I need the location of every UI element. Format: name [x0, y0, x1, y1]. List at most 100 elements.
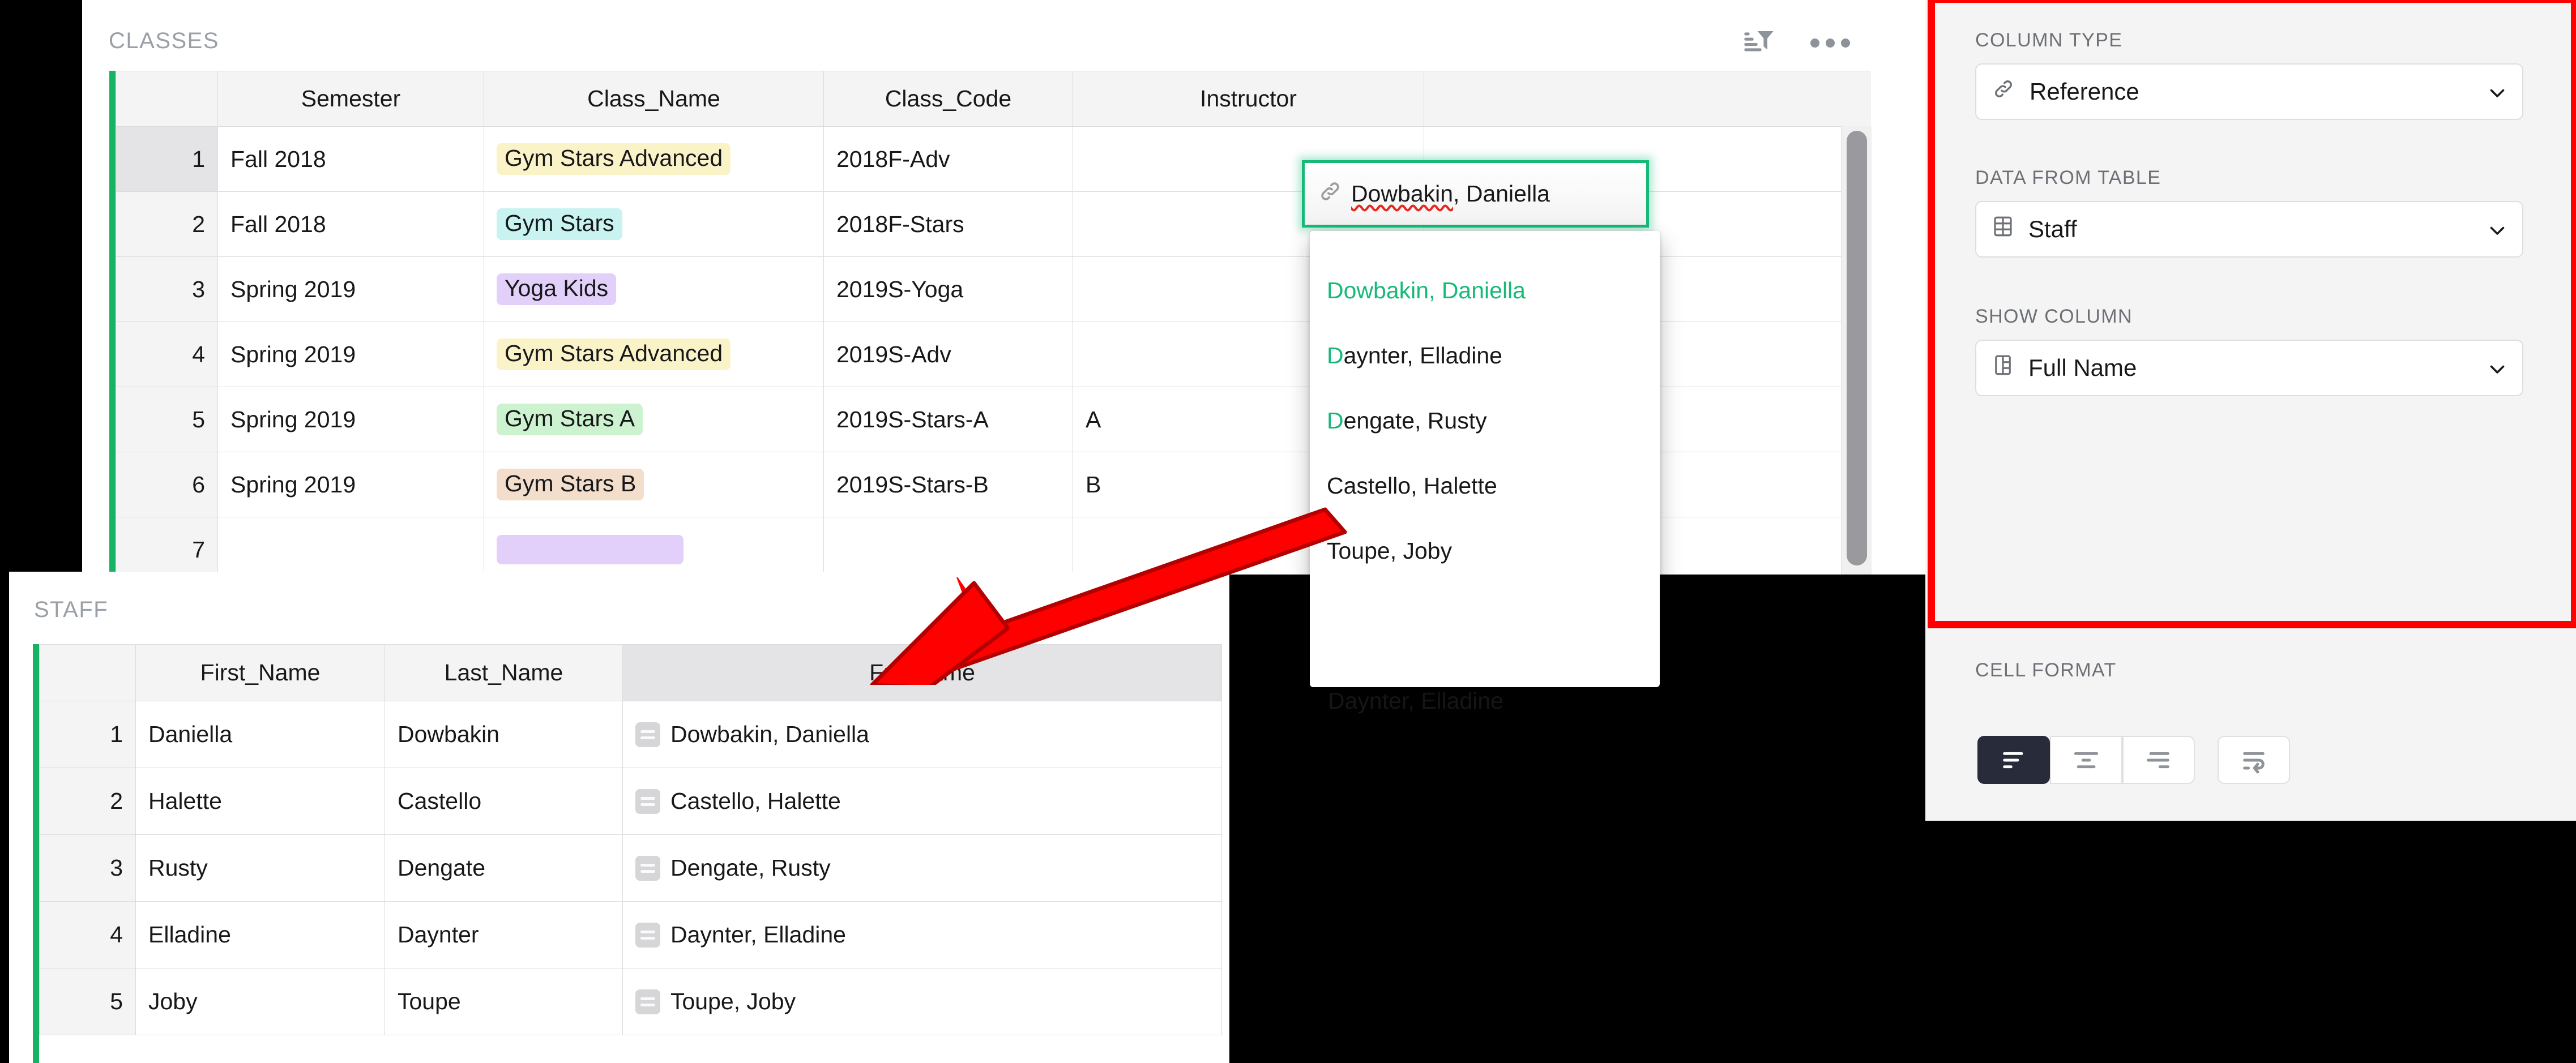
formula-reference-icon: [635, 789, 660, 814]
column-type-label: COLUMN TYPE: [1975, 29, 2123, 51]
classes-toolbar: [1743, 27, 1850, 59]
cell-class-name[interactable]: Yoga Kids: [484, 256, 824, 322]
cell-class-name[interactable]: [484, 517, 824, 575]
classes-panel-title: CLASSES: [109, 28, 220, 53]
cell-class-code[interactable]: [823, 517, 1073, 575]
show-column-value: Full Name: [2028, 354, 2137, 381]
cell-class-name[interactable]: Gym Stars: [484, 191, 824, 257]
cell-class-code[interactable]: 2019S-Yoga: [823, 256, 1073, 322]
cell-class-name[interactable]: Gym Stars B: [484, 452, 824, 517]
cell-class-name[interactable]: Gym Stars Advanced: [484, 126, 824, 192]
table-row[interactable]: 3 Rusty Dengate Dengate, Rusty: [39, 834, 1222, 902]
column-type-select[interactable]: Reference: [1975, 63, 2523, 120]
class-name-tag: Gym Stars: [497, 208, 622, 240]
selected-instructor-cell[interactable]: Dowbakin, Daniella: [1302, 160, 1649, 228]
row-number[interactable]: 5: [116, 387, 218, 452]
dropdown-option-match: D: [1327, 342, 1344, 368]
dropdown-option-rest: engate, Rusty: [1343, 408, 1487, 434]
cell-semester[interactable]: [217, 517, 484, 575]
row-number[interactable]: 3: [116, 256, 218, 322]
cell-class-name[interactable]: Gym Stars A: [484, 387, 824, 452]
staff-table-accent-rail: [33, 644, 39, 1063]
data-from-table-select[interactable]: Staff: [1975, 201, 2523, 258]
cell-full-name[interactable]: Toupe, Joby: [622, 968, 1222, 1035]
cell-semester[interactable]: Spring 2019: [217, 452, 484, 517]
cell-last-name[interactable]: Daynter: [385, 901, 623, 968]
row-number[interactable]: 6: [116, 452, 218, 517]
cell-full-name[interactable]: Dowbakin, Daniella: [622, 701, 1222, 768]
cell-semester[interactable]: Spring 2019: [217, 322, 484, 387]
align-center-button[interactable]: [2050, 736, 2122, 784]
cell-last-name[interactable]: Castello: [385, 768, 623, 835]
show-column-select[interactable]: Full Name: [1975, 340, 2523, 396]
row-number[interactable]: 7: [116, 517, 218, 575]
row-number[interactable]: 4: [116, 322, 218, 387]
cell-first-name[interactable]: Daniella: [135, 701, 385, 768]
sort-filter-icon[interactable]: [1743, 27, 1775, 59]
cell-semester[interactable]: Fall 2018: [217, 126, 484, 192]
align-left-button[interactable]: [1977, 736, 2050, 784]
instructor-reference-dropdown[interactable]: Dowbakin, Daniella Daynter, Elladine Den…: [1310, 231, 1660, 687]
cell-semester[interactable]: Spring 2019: [217, 256, 484, 322]
dropdown-option-toupe-joby[interactable]: Toupe, Joby: [1310, 518, 1660, 584]
cell-full-name[interactable]: Castello, Halette: [622, 768, 1222, 835]
cell-last-name[interactable]: Dengate: [385, 834, 623, 902]
table-row[interactable]: 1 Daniella Dowbakin Dowbakin, Daniella: [39, 701, 1222, 768]
row-number[interactable]: 3: [39, 834, 136, 902]
column-header-instructor[interactable]: Instructor: [1073, 71, 1424, 127]
dropdown-option-daynter-elladine[interactable]: Daynter, Elladine: [1310, 323, 1660, 388]
row-number[interactable]: 1: [39, 701, 136, 768]
row-number[interactable]: 1: [116, 126, 218, 192]
classes-panel-header: CLASSES: [82, 0, 1925, 76]
dropdown-option-dengate-rusty[interactable]: Dengate, Rusty: [1310, 388, 1660, 453]
cell-first-name[interactable]: Joby: [135, 968, 385, 1035]
dropdown-option-rest: aynter, Elladine: [1343, 342, 1502, 368]
align-right-button[interactable]: [2122, 736, 2195, 784]
cell-first-name[interactable]: Elladine: [135, 901, 385, 968]
row-number[interactable]: 2: [116, 191, 218, 257]
cell-last-name[interactable]: Dowbakin: [385, 701, 623, 768]
classes-scrollbar-thumb[interactable]: [1847, 131, 1867, 566]
column-properties-panel: COLUMN TYPE Reference DATA FROM TABLE St…: [1925, 0, 2576, 821]
column-header-full-name[interactable]: Full Name: [622, 644, 1222, 701]
classes-vertical-scrollbar[interactable]: [1841, 126, 1872, 575]
cell-full-name[interactable]: Daynter, Elladine: [622, 901, 1222, 968]
table-row[interactable]: 4 Elladine Daynter Daynter, Elladine: [39, 901, 1222, 968]
dropdown-option-castello-halette[interactable]: Castello, Halette: [1310, 453, 1660, 518]
cell-class-code[interactable]: 2019S-Stars-B: [823, 452, 1073, 517]
cell-semester[interactable]: Spring 2019: [217, 387, 484, 452]
dropdown-option-dowbakin-daniella[interactable]: Dowbakin, Daniella: [1310, 258, 1660, 323]
cell-full-name[interactable]: Dengate, Rusty: [622, 834, 1222, 902]
cell-class-code[interactable]: 2019S-Adv: [823, 322, 1073, 387]
cell-first-name[interactable]: Halette: [135, 768, 385, 835]
cell-first-name[interactable]: Rusty: [135, 834, 385, 902]
column-header-class-code[interactable]: Class_Code: [823, 71, 1073, 127]
staff-panel-title: STAFF: [34, 597, 109, 622]
table-row[interactable]: 5 Joby Toupe Toupe, Joby: [39, 968, 1222, 1035]
cell-class-code[interactable]: 2019S-Stars-A: [823, 387, 1073, 452]
dropdown-option-match: Dowbakin, Daniella: [1327, 277, 1526, 303]
cell-class-name[interactable]: Gym Stars Advanced: [484, 322, 824, 387]
column-header-rownum[interactable]: [39, 644, 136, 701]
column-header-first-name[interactable]: First_Name: [135, 644, 385, 701]
cell-last-name[interactable]: Toupe: [385, 968, 623, 1035]
cell-semester[interactable]: Fall 2018: [217, 191, 484, 257]
column-header-semester[interactable]: Semester: [217, 71, 484, 127]
more-options-icon[interactable]: [1810, 27, 1850, 59]
table-row[interactable]: 2 Halette Castello Castello, Halette: [39, 768, 1222, 835]
column-header-last-name[interactable]: Last_Name: [385, 644, 623, 701]
class-name-tag: Gym Stars Advanced: [497, 143, 731, 175]
cell-class-code[interactable]: 2018F-Stars: [823, 191, 1073, 257]
column-icon: [1991, 353, 2015, 383]
row-number[interactable]: 5: [39, 968, 136, 1035]
row-number[interactable]: 4: [39, 901, 136, 968]
full-name-value: Dowbakin, Daniella: [670, 721, 869, 747]
column-header-rownum[interactable]: [116, 71, 218, 127]
wrap-text-button[interactable]: [2218, 736, 2290, 784]
full-name-value: Toupe, Joby: [670, 988, 796, 1014]
row-number[interactable]: 2: [39, 768, 136, 835]
column-header-class-name[interactable]: Class_Name: [484, 71, 824, 127]
column-type-value: Reference: [2030, 78, 2139, 105]
table-header-row: First_Name Last_Name Full Name: [39, 644, 1222, 701]
cell-class-code[interactable]: 2018F-Adv: [823, 126, 1073, 192]
